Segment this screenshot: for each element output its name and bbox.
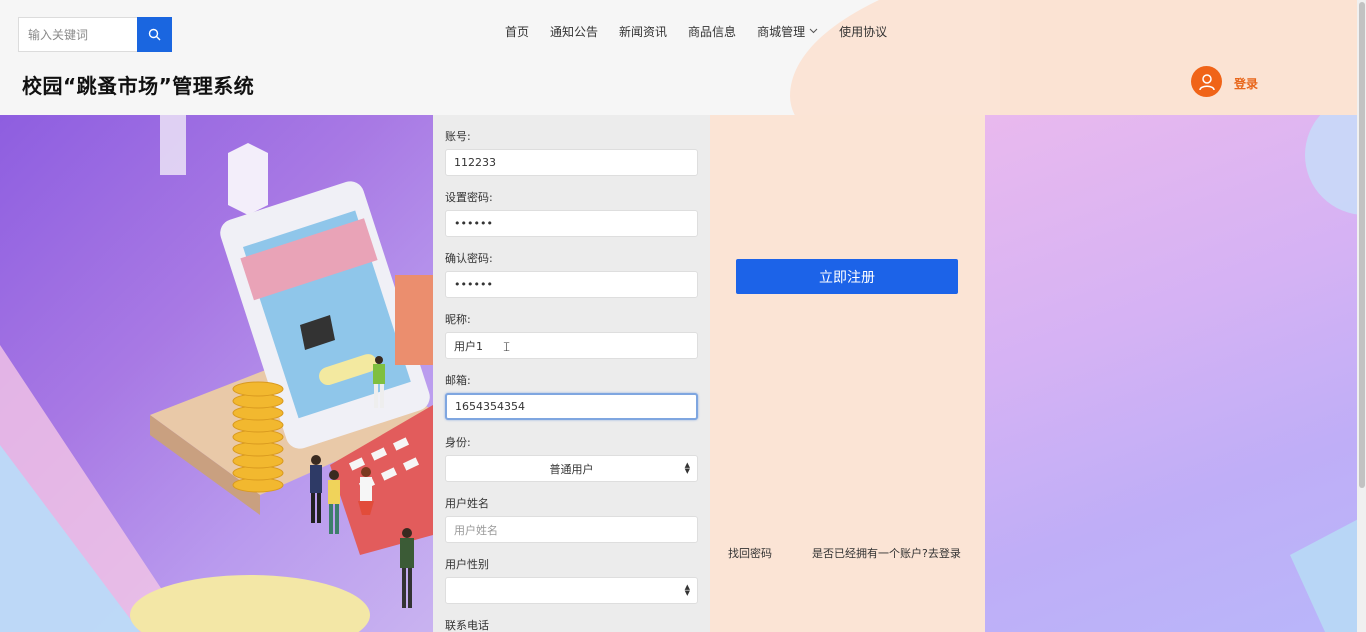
avatar[interactable] <box>1191 66 1222 97</box>
nav-agreement-label: 使用协议 <box>839 24 888 39</box>
illustration-image <box>0 115 433 632</box>
gender-select[interactable]: ▲ ▼ <box>445 577 698 604</box>
search-button[interactable] <box>137 17 172 52</box>
nav-notices[interactable]: 通知公告 <box>550 22 598 40</box>
role-label: 身份: <box>445 436 471 449</box>
role-select[interactable]: 普通用户 ▲ ▼ <box>445 455 698 482</box>
go-login-link[interactable]: 是否已经拥有一个账户?去登录 <box>812 545 961 561</box>
confirm-password-input[interactable]: •••••• <box>445 271 698 298</box>
search-icon <box>148 28 161 41</box>
user-icon <box>1198 73 1215 90</box>
account-label: 账号: <box>445 130 471 143</box>
login-link[interactable]: 登录 <box>1234 75 1258 92</box>
main-nav: 首页 通知公告 新闻资讯 商品信息 商城管理 使用协议 <box>505 22 908 40</box>
account-input[interactable]: 112233 <box>445 149 698 176</box>
nav-news-label: 新闻资讯 <box>619 24 668 39</box>
real-name-label: 用户姓名 <box>445 497 489 510</box>
decorative-shapes <box>1290 115 1366 632</box>
nickname-input[interactable]: 用户1 <box>445 332 698 359</box>
header-decoration-right <box>1000 0 1366 115</box>
text-cursor-icon: 𝙸 <box>502 340 512 355</box>
password-input[interactable]: •••••• <box>445 210 698 237</box>
confirm-password-label: 确认密码: <box>445 252 493 265</box>
nav-mall-management-label: 商城管理 <box>757 24 806 39</box>
chevron-down-icon <box>809 28 818 34</box>
nav-home-label: 首页 <box>505 24 530 39</box>
role-select-value: 普通用户 <box>549 462 594 476</box>
nickname-label: 昵称: <box>445 313 471 326</box>
decorative-background-right <box>985 115 1366 632</box>
register-page <box>0 115 1366 632</box>
nav-products[interactable]: 商品信息 <box>688 22 736 40</box>
select-arrows-icon: ▲ ▼ <box>684 461 690 475</box>
nav-products-label: 商品信息 <box>688 24 737 39</box>
forgot-password-link[interactable]: 找回密码 <box>728 545 772 561</box>
search-input[interactable] <box>18 17 138 52</box>
nav-agreement[interactable]: 使用协议 <box>839 22 887 40</box>
nav-mall-management[interactable]: 商城管理 <box>757 22 818 40</box>
phone-label: 联系电话 <box>445 619 489 632</box>
site-title: 校园“跳蚤市场”管理系统 <box>22 74 255 98</box>
gender-label: 用户性别 <box>445 558 489 571</box>
email-input[interactable]: 1654354354 <box>445 393 698 420</box>
scrollbar-thumb[interactable] <box>1359 2 1365 488</box>
real-name-input[interactable]: 用户姓名 <box>445 516 698 543</box>
nav-news[interactable]: 新闻资讯 <box>619 22 667 40</box>
header: 首页 通知公告 新闻资讯 商品信息 商城管理 使用协议 校园“跳蚤市场”管理系统… <box>0 0 1366 115</box>
register-button[interactable]: 立即注册 <box>736 259 958 294</box>
nav-notices-label: 通知公告 <box>550 24 599 39</box>
select-arrows-icon: ▲ ▼ <box>684 583 690 597</box>
shopping-illustration <box>0 115 433 632</box>
password-label: 设置密码: <box>445 191 493 204</box>
email-label: 邮箱: <box>445 374 471 387</box>
nav-home[interactable]: 首页 <box>505 22 529 40</box>
